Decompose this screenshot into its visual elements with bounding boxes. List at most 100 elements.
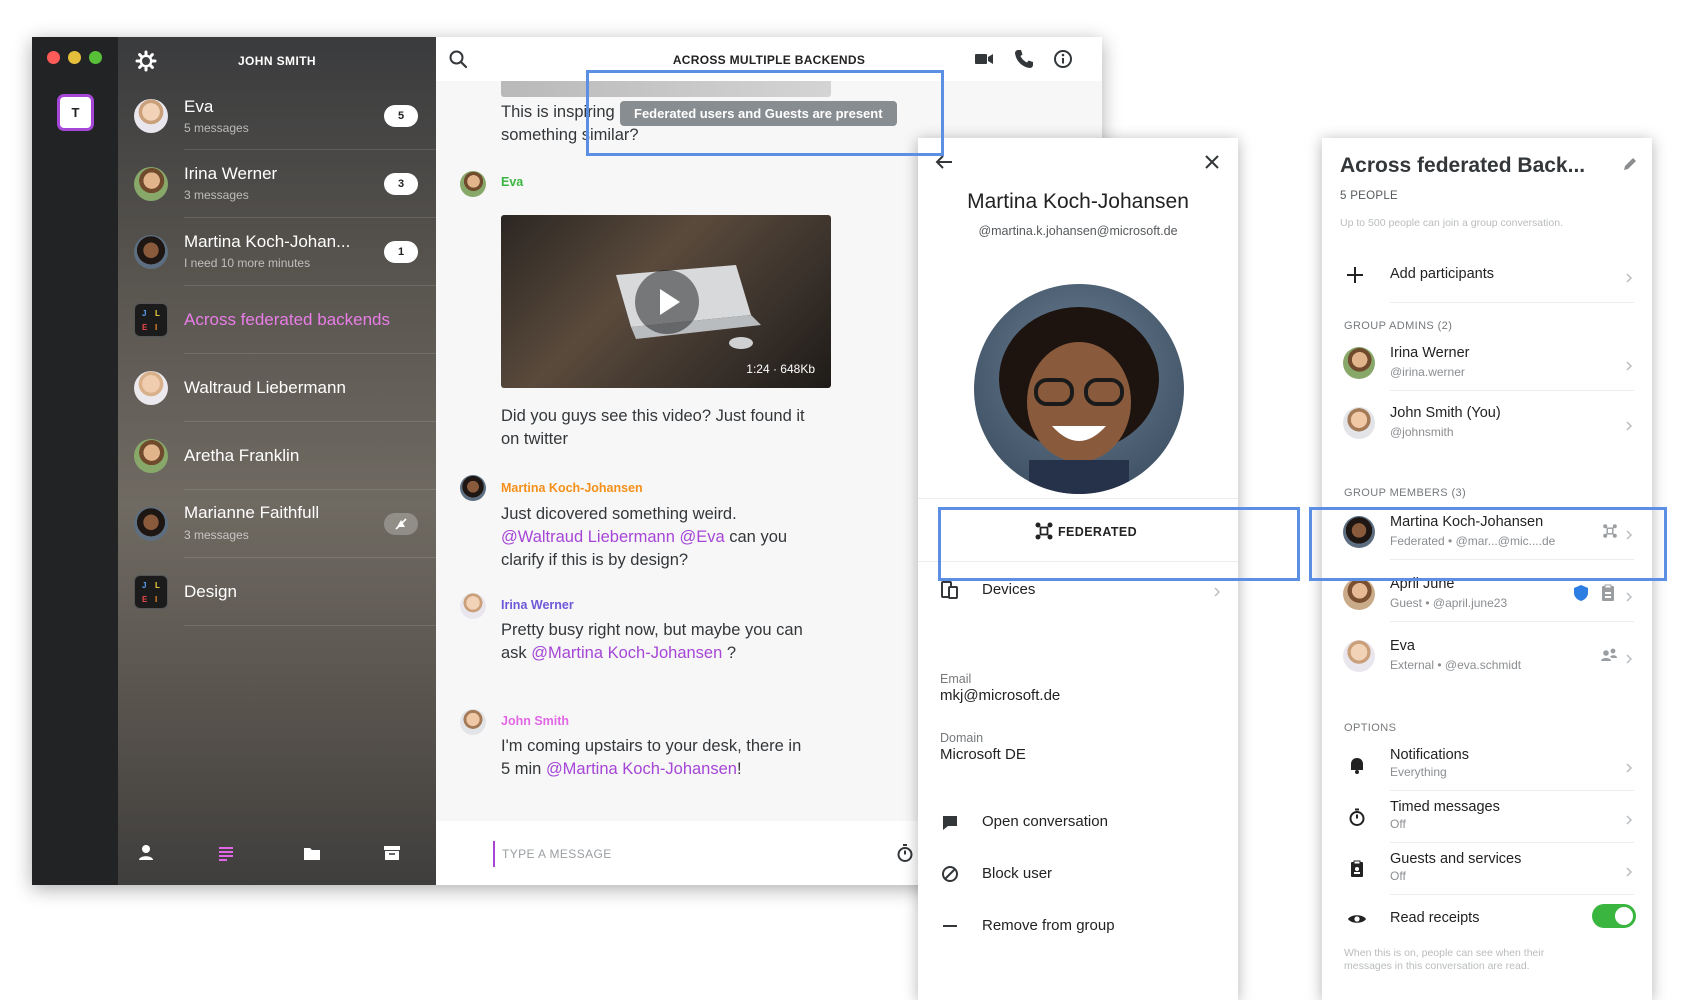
devices-icon <box>938 578 962 602</box>
conversation-list-footer <box>118 821 436 885</box>
conversation-subtitle: 3 messages <box>184 188 249 202</box>
conversation-name: Waltraud Liebermann <box>184 378 346 397</box>
conversations-icon[interactable] <box>214 841 238 865</box>
timer-icon[interactable] <box>893 841 917 865</box>
email-label: Email <box>940 672 972 686</box>
group-title: Across federated Back... <box>1340 154 1586 177</box>
conversation-item-across-federated-backends[interactable]: J L E I Across federated backends <box>118 286 436 354</box>
open-conversation-row[interactable]: Open conversation <box>918 798 1238 846</box>
conversation-item-design[interactable]: J L E I Design <box>118 558 436 626</box>
arrow-left-icon[interactable] <box>932 150 956 174</box>
avatar <box>134 507 168 541</box>
avatar <box>1343 347 1375 379</box>
option-name: Timed messages <box>1390 799 1500 815</box>
member-handle: Guest • @april.june23 <box>1390 596 1508 610</box>
video-camera-icon[interactable] <box>972 47 996 71</box>
conversation-name: Design <box>184 582 237 601</box>
conversation-item-eva[interactable]: Eva 5 messages 5 <box>118 82 436 150</box>
avatar <box>134 167 168 201</box>
archive-icon[interactable] <box>380 841 404 865</box>
domain-label: Domain <box>940 731 984 745</box>
member-row-martina-koch-johansen[interactable]: Martina Koch-Johansen Federated • @mar..… <box>1340 504 1634 560</box>
avatar <box>1343 407 1375 439</box>
image-message-partial[interactable] <box>501 81 831 97</box>
chevron-right-icon <box>1624 527 1634 540</box>
open-conversation-label: Open conversation <box>982 813 1108 830</box>
group-admins-header: GROUP ADMINS (2) <box>1344 320 1453 332</box>
options-header: OPTIONS <box>1344 722 1397 734</box>
avatar[interactable] <box>460 593 486 619</box>
chevron-right-icon <box>1212 584 1222 597</box>
member-name: Martina Koch-Johansen <box>1390 514 1544 530</box>
conversation-name: Irina Werner <box>184 164 278 183</box>
team-switcher-button[interactable]: T <box>57 94 94 131</box>
contacts-icon[interactable] <box>134 841 158 865</box>
profile-handle: @martina.k.johansen@microsoft.de <box>978 224 1178 238</box>
timer-icon <box>1346 806 1368 828</box>
option-row-timed-messages[interactable]: Timed messages Off <box>1340 791 1634 843</box>
admin-row-irina-werner[interactable]: Irina Werner @irina.werner <box>1340 335 1634 391</box>
chevron-right-icon <box>1624 270 1634 283</box>
conversation-item-waltraud-liebermann[interactable]: Waltraud Liebermann <box>118 354 436 422</box>
chat-bubble-icon <box>938 810 962 834</box>
play-button[interactable] <box>635 270 699 334</box>
option-value: Off <box>1390 817 1406 831</box>
member-name: April June <box>1390 576 1455 592</box>
pencil-icon[interactable] <box>1618 152 1642 176</box>
mention-link[interactable]: @Martina Koch-Johansen <box>546 760 737 778</box>
avatar <box>1343 578 1375 610</box>
mention-link[interactable]: @Martina Koch-Johansen <box>531 644 722 662</box>
message-sender: John Smith <box>501 714 570 728</box>
federated-label: FEDERATED <box>1058 525 1138 539</box>
group-avatar: J L E I <box>134 575 168 609</box>
add-participants-row[interactable]: Add participants <box>1340 247 1634 303</box>
chevron-right-icon <box>1624 418 1634 431</box>
avatar <box>1343 640 1375 672</box>
member-row-april-june[interactable]: April June Guest • @april.june23 <box>1340 566 1634 622</box>
avatar[interactable] <box>460 709 486 735</box>
mention-link[interactable]: @Waltraud Liebermann <box>501 528 675 546</box>
window-close-button[interactable] <box>47 51 60 64</box>
member-handle: @johnsmith <box>1390 425 1454 439</box>
conversation-item-marianne-faithfull[interactable]: Marianne Faithfull 3 messages <box>118 490 436 558</box>
conversation-name: Martina Koch-Johan... <box>184 232 351 251</box>
option-value: Off <box>1390 869 1406 883</box>
folder-icon[interactable] <box>300 841 324 865</box>
message-sender: Martina Koch-Johansen <box>501 481 643 495</box>
phone-icon[interactable] <box>1012 47 1036 71</box>
unread-badge: 5 <box>384 105 418 127</box>
conversation-name: Marianne Faithfull <box>184 503 320 522</box>
message-input[interactable] <box>502 841 872 867</box>
avatar[interactable] <box>460 475 486 501</box>
read-receipts-toggle[interactable] <box>1592 904 1636 928</box>
devices-row[interactable]: Devices <box>918 562 1238 618</box>
conversation-item-martina-koch-johansen[interactable]: Martina Koch-Johan... I need 10 more min… <box>118 218 436 286</box>
window-minimize-button[interactable] <box>68 51 81 64</box>
avatar[interactable] <box>460 171 486 197</box>
conversation-item-aretha-franklin[interactable]: Aretha Franklin <box>118 422 436 490</box>
external-people-icon <box>1600 647 1618 663</box>
video-duration-size: 1:24 · 648Kb <box>746 362 815 376</box>
option-name: Guests and services <box>1390 851 1522 867</box>
video-message[interactable]: 1:24 · 648Kb <box>501 215 831 388</box>
profile-name: Martina Koch-Johansen <box>967 190 1189 213</box>
remove-from-group-row[interactable]: Remove from group <box>918 902 1238 950</box>
admin-row-john-smith[interactable]: John Smith (You) @johnsmith <box>1340 395 1634 451</box>
option-row-notifications[interactable]: Notifications Everything <box>1340 739 1634 791</box>
conversation-item-irina-werner[interactable]: Irina Werner 3 messages 3 <box>118 150 436 218</box>
member-handle: @irina.werner <box>1390 365 1465 379</box>
option-name: Read receipts <box>1390 910 1480 926</box>
window-maximize-button[interactable] <box>89 51 102 64</box>
close-icon[interactable] <box>1200 150 1224 174</box>
block-user-row[interactable]: Block user <box>918 850 1238 898</box>
conversation-header: ACROSS MULTIPLE BACKENDS <box>436 37 1102 81</box>
option-row-guests-and-services[interactable]: Guests and services Off <box>1340 843 1634 895</box>
plus-icon <box>1344 264 1366 286</box>
member-row-eva[interactable]: Eva External • @eva.schmidt <box>1340 628 1634 684</box>
muted-icon <box>384 513 418 535</box>
guest-badge-icon <box>1346 858 1368 880</box>
mention-link[interactable]: @Eva <box>679 528 724 546</box>
minus-icon <box>938 914 962 938</box>
info-icon[interactable] <box>1051 47 1075 71</box>
message-text: Did you guys see this video? Just found … <box>501 407 805 448</box>
